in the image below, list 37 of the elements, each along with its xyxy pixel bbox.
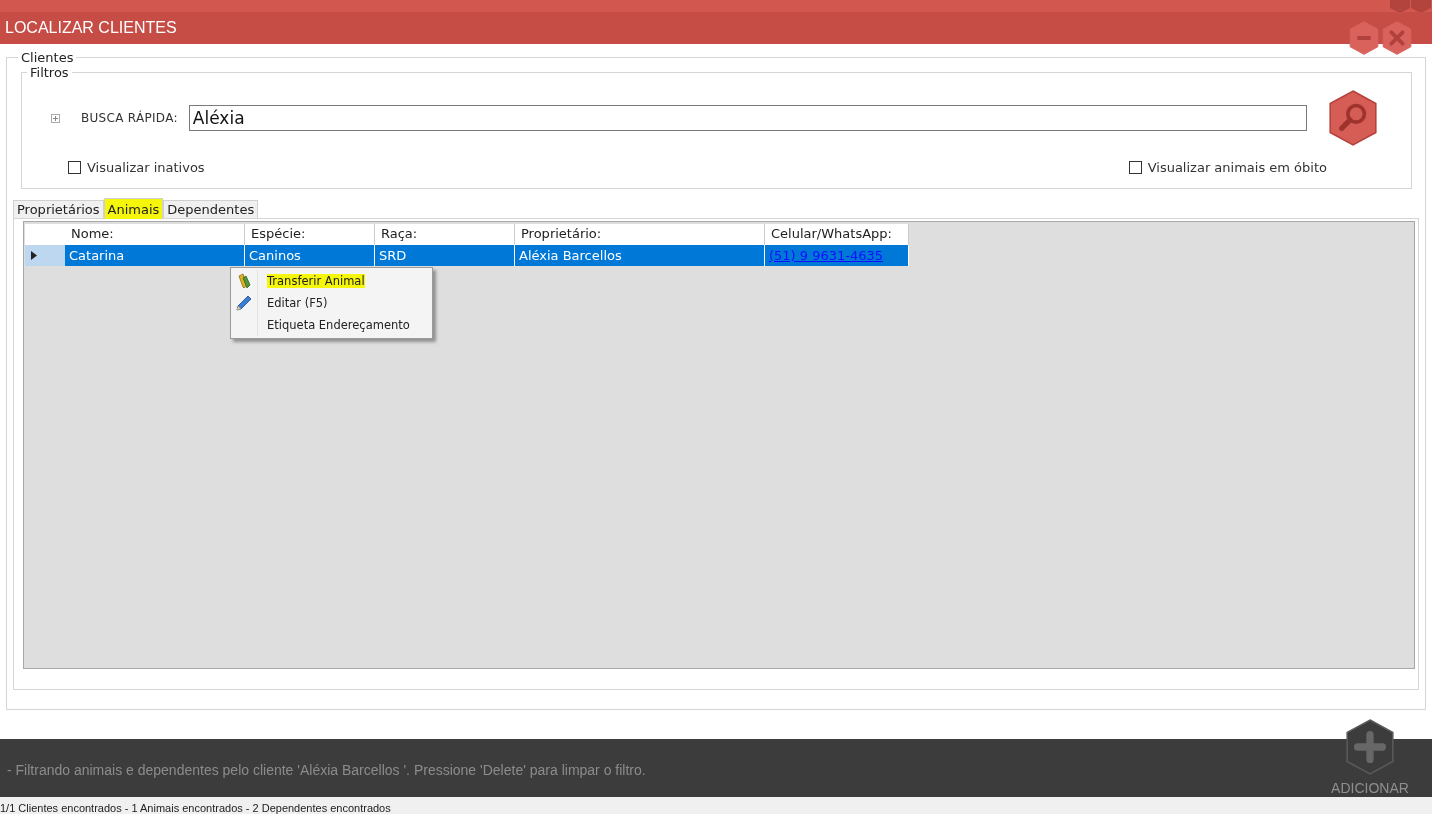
column-header[interactable]: Raça: [375,224,515,245]
table-cell: Catarina [69,248,125,263]
filter-message: - Filtrando animais e dependentes pelo cliente 'Aléxia Barcellos '. Pressione 'Delete' para limpar o filtro. [7,762,646,778]
group-title: Clientes [20,50,75,65]
column-header[interactable]: Espécie: [245,224,375,245]
tab[interactable]: Proprietários [13,200,104,218]
search-button[interactable] [1327,90,1378,146]
menu-item[interactable]: Etiqueta Endereçamento [267,318,410,332]
row-header[interactable] [25,245,65,266]
row-header [25,224,65,245]
expand-icon[interactable] [51,113,60,123]
menu-item[interactable]: Transferir Animal [267,274,365,288]
close-icon[interactable] [1380,21,1414,55]
minimize-icon[interactable] [1347,21,1381,55]
table-cell: SRD [379,248,407,263]
column-header[interactable]: Nome: [65,224,245,245]
window-controls-icon [1390,0,1432,12]
column-header[interactable]: Celular/WhatsApp: [765,224,909,245]
checkbox-label: Visualizar inativos [87,160,205,175]
status-text: 1/1 Clientes encontrados - 1 Animais encontrados - 2 Dependentes encontrados [0,801,391,814]
table-cell: Aléxia Barcellos [519,248,622,263]
pencils-icon [237,273,251,289]
tab[interactable]: Animais [103,198,164,219]
table-cell: Caninos [249,248,301,263]
pencil-icon [236,295,252,311]
column-header[interactable]: Proprietário: [515,224,765,245]
window-title: LOCALIZAR CLIENTES [4,19,177,36]
table-row[interactable]: Catarina Caninos SRD Aléxia Barcellos (51) 9 9631-4635 [25,245,909,266]
search-label: BUSCA RÁPIDA: [81,111,178,125]
checkbox[interactable] [68,161,81,174]
row-pointer-icon [31,251,37,260]
tab[interactable]: Dependentes [163,200,259,218]
checkbox-label: Visualizar animais em óbito [1147,160,1327,175]
group-title: Filtros [29,65,70,80]
search-field[interactable]: Aléxia [188,105,1307,131]
checkbox[interactable] [1128,161,1142,174]
menu-item[interactable]: Editar (F5) [267,296,328,310]
